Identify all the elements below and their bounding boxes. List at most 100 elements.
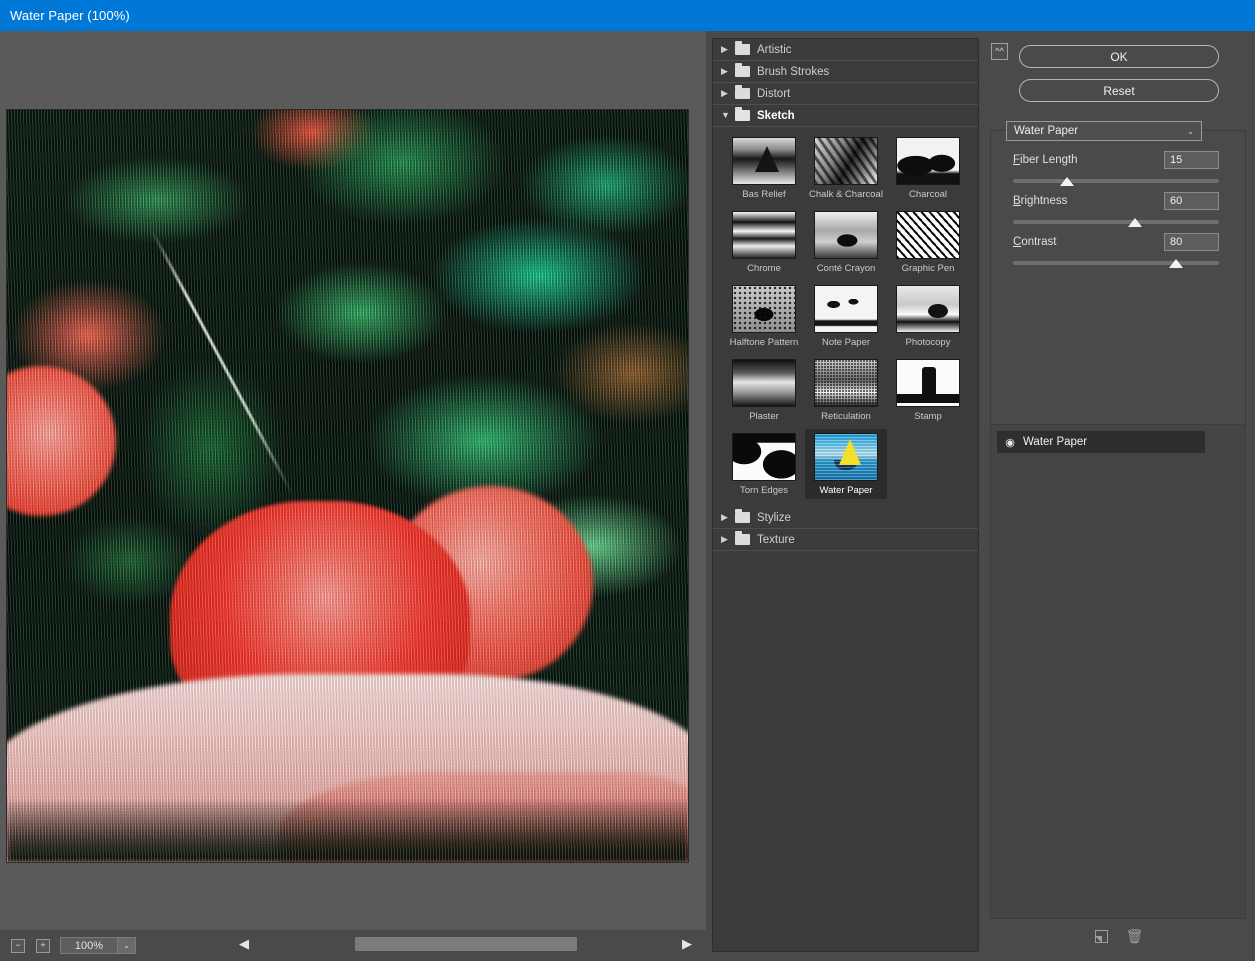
filter-select-dropdown[interactable]: Water Paper ⌄ (1006, 121, 1202, 141)
param-contrast: Contrast 80 (1013, 232, 1219, 269)
filter-thumb-chrome[interactable]: Chrome (723, 207, 805, 277)
collapse-triangle-icon[interactable]: ▼ (721, 111, 735, 120)
ok-button[interactable]: OK (1019, 45, 1219, 68)
chevron-down-icon[interactable]: ⌄ (118, 937, 136, 954)
filter-thumb-torn-edges[interactable]: Torn Edges (723, 429, 805, 499)
slider-fiber-length[interactable] (1013, 177, 1219, 187)
filter-thumb-charcoal[interactable]: Charcoal (887, 133, 969, 203)
expand-triangle-icon[interactable]: ▶ (721, 45, 735, 54)
scrollbar-track[interactable] (255, 937, 676, 951)
param-input-fiber-length[interactable]: 15 (1164, 151, 1219, 169)
filter-thumb-label: Graphic Pen (902, 263, 955, 274)
filter-thumb-stamp[interactable]: Stamp (887, 355, 969, 425)
filter-thumbnail-icon (732, 359, 796, 407)
filter-thumb-photocopy[interactable]: Photocopy (887, 281, 969, 351)
slider-handle[interactable] (1128, 218, 1142, 227)
param-input-brightness[interactable]: 60 (1164, 192, 1219, 210)
category-label: Brush Strokes (757, 66, 829, 78)
filter-thumb-note-paper[interactable]: Note Paper (805, 281, 887, 351)
filter-thumb-halftone-pattern[interactable]: Halftone Pattern (723, 281, 805, 351)
filter-thumbnail-icon (896, 285, 960, 333)
zoom-out-button[interactable]: − (11, 939, 25, 953)
category-distort[interactable]: ▶ Distort (713, 83, 978, 105)
filter-gallery-dialog: Water Paper (100%) − + 100% ⌄ ◀ (0, 0, 1255, 961)
water-paper-fiber-texture-2 (7, 110, 688, 862)
slider-track[interactable] (1013, 179, 1219, 183)
preview-image[interactable] (6, 109, 689, 863)
folder-open-icon (735, 110, 750, 121)
chevron-down-icon[interactable]: ⌄ (1187, 127, 1194, 136)
filter-thumbnail-icon (814, 359, 878, 407)
zoom-in-button[interactable]: + (36, 939, 50, 953)
new-effect-layer-icon[interactable] (1095, 930, 1108, 943)
scrollbar-thumb[interactable] (355, 937, 577, 951)
slider-brightness[interactable] (1013, 218, 1219, 228)
folder-icon (735, 88, 750, 99)
folder-icon (735, 44, 750, 55)
zoom-level-value[interactable]: 100% (60, 937, 118, 954)
window-title: Water Paper (100%) (0, 8, 130, 23)
category-sketch[interactable]: ▼ Sketch (713, 105, 978, 127)
expand-triangle-icon[interactable]: ▶ (721, 67, 735, 76)
filtered-photo (7, 110, 688, 862)
filter-thumb-bas-relief[interactable]: Bas Relief (723, 133, 805, 203)
folder-icon (735, 534, 750, 545)
filter-thumb-reticulation[interactable]: Reticulation (805, 355, 887, 425)
delete-effect-layer-icon[interactable]: 🗑 (1126, 928, 1144, 945)
eye-visibility-icon[interactable]: ◉ (997, 436, 1023, 449)
filter-thumb-label: Chrome (747, 263, 781, 274)
param-label-brightness: Brightness (1013, 195, 1067, 207)
category-label: Distort (757, 88, 790, 100)
title-bar: Water Paper (100%) (0, 0, 1255, 31)
filter-thumbnail-icon (814, 285, 878, 333)
filter-thumbnail-icon (814, 433, 878, 481)
filter-thumb-plaster[interactable]: Plaster (723, 355, 805, 425)
category-artistic[interactable]: ▶ Artistic (713, 39, 978, 61)
filter-thumb-label: Photocopy (906, 337, 951, 348)
effect-layers-footer: 🗑 (991, 922, 1247, 950)
filter-thumbnail-icon (732, 137, 796, 185)
collapse-panel-icon[interactable]: ^^ (991, 43, 1008, 60)
filter-thumb-graphic-pen[interactable]: Graphic Pen (887, 207, 969, 277)
category-label: Sketch (757, 110, 795, 122)
slider-track[interactable] (1013, 220, 1219, 224)
category-brush-strokes[interactable]: ▶ Brush Strokes (713, 61, 978, 83)
slider-handle[interactable] (1169, 259, 1183, 268)
filter-thumbnail-icon (896, 211, 960, 259)
horizontal-scrollbar[interactable]: ◀ ▶ (233, 930, 698, 958)
filter-thumb-label: Charcoal (909, 189, 947, 200)
filter-thumb-water-paper[interactable]: Water Paper (805, 429, 887, 499)
filter-thumb-label: Reticulation (821, 411, 871, 422)
expand-triangle-icon[interactable]: ▶ (721, 89, 735, 98)
expand-triangle-icon[interactable]: ▶ (721, 513, 735, 522)
category-texture[interactable]: ▶ Texture (713, 529, 978, 551)
category-label: Artistic (757, 44, 792, 56)
effect-layer-row[interactable]: ◉ Water Paper (997, 431, 1205, 453)
effect-layers-panel[interactable]: ◉ Water Paper 🗑 (990, 424, 1246, 919)
param-input-contrast[interactable]: 80 (1164, 233, 1219, 251)
reset-button[interactable]: Reset (1019, 79, 1219, 102)
filter-browser[interactable]: ▶ Artistic ▶ Brush Strokes ▶ Distort ▼ S… (712, 38, 979, 952)
scroll-right-arrow-icon[interactable]: ▶ (676, 936, 698, 952)
slider-handle[interactable] (1060, 177, 1074, 186)
category-label: Stylize (757, 512, 791, 524)
category-stylize[interactable]: ▶ Stylize (713, 507, 978, 529)
filter-thumb-conte-crayon[interactable]: Conté Crayon (805, 207, 887, 277)
scroll-left-arrow-icon[interactable]: ◀ (233, 936, 255, 952)
sketch-filter-grid: Bas Relief Chalk & Charcoal Charcoal Chr… (713, 127, 978, 507)
category-label: Texture (757, 534, 795, 546)
filter-thumb-label: Stamp (914, 411, 941, 422)
param-fiber-length: Fiber Length 15 (1013, 150, 1219, 187)
filter-thumb-label: Plaster (749, 411, 779, 422)
param-label-contrast: Contrast (1013, 236, 1056, 248)
filter-thumbnail-icon (896, 137, 960, 185)
slider-contrast[interactable] (1013, 259, 1219, 269)
slider-track[interactable] (1013, 261, 1219, 265)
folder-icon (735, 66, 750, 77)
filter-thumb-chalk-charcoal[interactable]: Chalk & Charcoal (805, 133, 887, 203)
filter-thumb-label: Conté Crayon (817, 263, 876, 274)
preview-pane[interactable] (0, 31, 706, 930)
filter-thumbnail-icon (814, 137, 878, 185)
filter-thumb-label: Water Paper (820, 485, 873, 496)
expand-triangle-icon[interactable]: ▶ (721, 535, 735, 544)
